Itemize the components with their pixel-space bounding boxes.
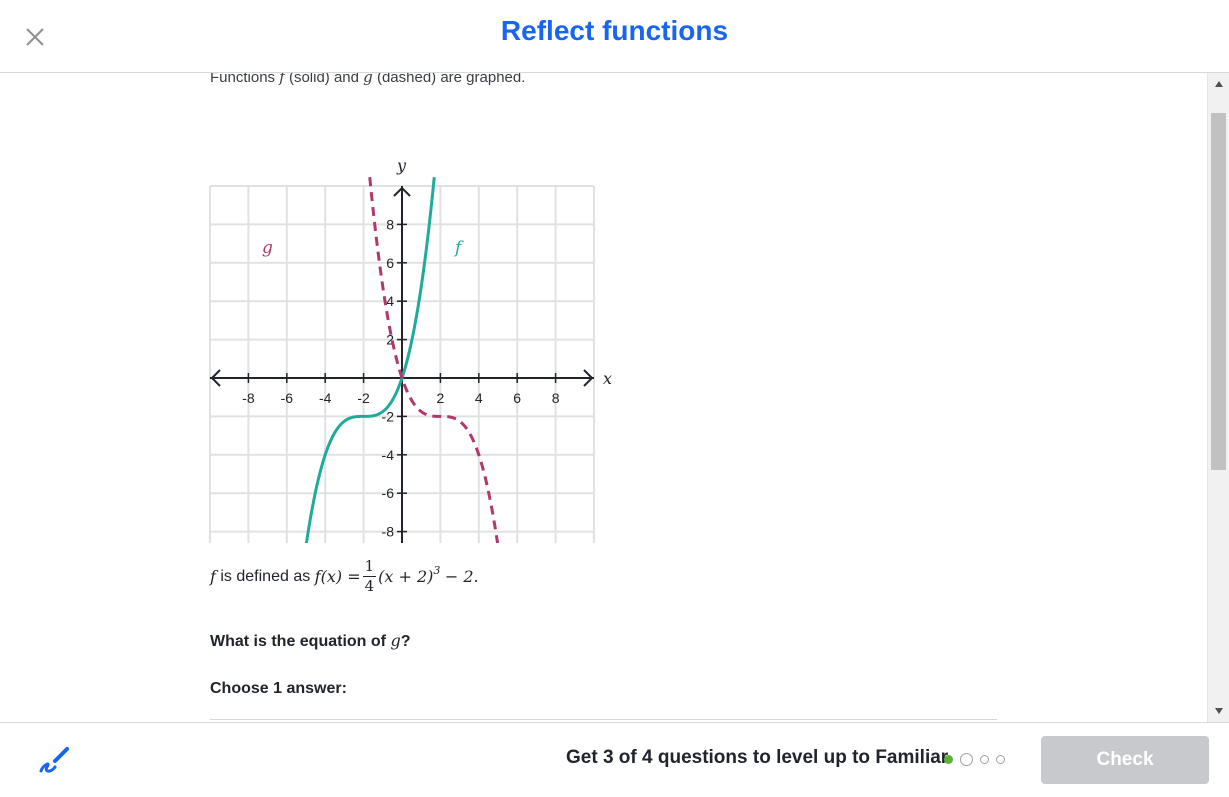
x-tick-label: -8 [242,390,255,406]
y-tick-label: 4 [386,293,394,309]
progress-dot-empty [996,755,1005,764]
exercise-content[interactable]: Functions f (solid) and g (dashed) are g… [0,73,1207,722]
progress-dot-complete [944,755,953,764]
y-tick-label: -8 [382,524,395,540]
progress-dots [944,753,1005,766]
y-tick-label: -4 [382,447,395,463]
y-tick-label: -6 [382,485,395,501]
progress-dot-current [960,753,973,766]
y-tick-label: 6 [386,255,394,271]
y-tick-label: 8 [386,216,394,232]
scroll-down-icon[interactable] [1214,707,1224,715]
y-axis-label: y [396,156,407,175]
x-tick-label: -6 [281,390,294,406]
progress-text: Get 3 of 4 questions to level up to Fami… [566,747,949,768]
answer-divider [210,719,997,720]
question-text: What is the equation of g? [210,631,411,650]
fraction: 1 4 [362,557,377,595]
page-title: Reflect functions [500,15,729,46]
x-tick-label: -4 [319,390,332,406]
scroll-thumb[interactable] [1211,113,1226,470]
x-tick-label: -2 [357,390,370,406]
footer-bar: Get 3 of 4 questions to level up to Fami… [0,722,1229,797]
check-button[interactable]: Check [1041,736,1209,784]
pencil-scribble-icon [39,747,69,773]
f-definition: f is defined as f(x) = 1 4 (x + 2) 3 − 2. [210,557,479,595]
function-graph: -8 -6 -4 -2 2 4 6 88642-2-4-6-8 x y f g [209,156,612,543]
x-tick-label: 4 [475,390,483,406]
x-tick-label: 8 [552,390,560,406]
f-curve-label: f [453,238,464,258]
x-axis-label: x [603,369,612,388]
scroll-up-icon[interactable] [1214,80,1224,88]
intro-text: Functions f (solid) and g (dashed) are g… [210,73,526,86]
x-tick-label: 2 [437,390,445,406]
choose-instruction: Choose 1 answer: [210,680,347,697]
f-curve-solid [304,177,436,543]
g-curve-label: g [262,238,273,258]
progress-dot-empty [980,755,989,764]
scratchpad-button[interactable] [37,743,71,777]
x-tick-label: 6 [513,390,521,406]
scrollbar[interactable] [1207,73,1229,722]
header-bar: Reflect functions [0,0,1229,73]
